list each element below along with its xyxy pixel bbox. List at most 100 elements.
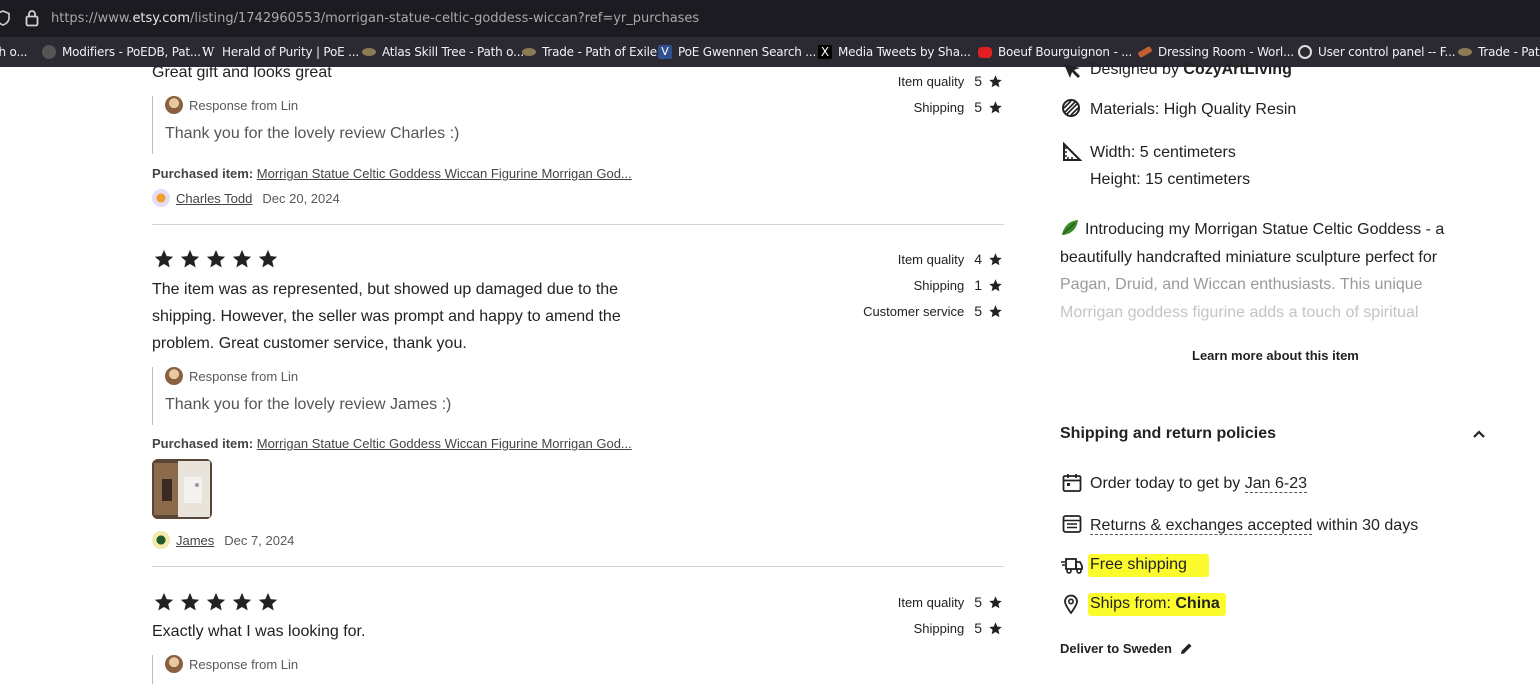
purchased-item: Purchased item: Morrigan Statue Celtic G… bbox=[152, 166, 632, 181]
review-text: Great gift and looks great bbox=[152, 64, 332, 81]
seller-avatar bbox=[165, 367, 183, 385]
star-icon bbox=[206, 592, 226, 611]
review-divider bbox=[152, 566, 1004, 567]
bookmark-item[interactable]: Trade - Path of Exile bbox=[522, 44, 657, 60]
bookmark-favicon-icon bbox=[1458, 48, 1472, 56]
bookmark-item[interactable]: th o... bbox=[0, 44, 28, 60]
star-icon bbox=[258, 592, 278, 611]
rating-row: Shipping 5 bbox=[898, 94, 1003, 120]
materials-icon bbox=[1062, 99, 1080, 117]
star-icon bbox=[154, 592, 174, 611]
ships-from: Ships from: China bbox=[1088, 593, 1226, 616]
learn-more-button[interactable]: Learn more about this item bbox=[1192, 348, 1359, 363]
bookmarks-bar: th o... Modifiers - PoEDB, Pat... WHeral… bbox=[0, 37, 1540, 67]
star-rating bbox=[152, 591, 280, 613]
review-photo[interactable] bbox=[152, 459, 212, 519]
bookmark-item[interactable]: Trade - Path bbox=[1458, 44, 1540, 60]
seller-response: Response from Lin Thank you for the love… bbox=[152, 367, 451, 425]
star-icon bbox=[180, 249, 200, 268]
bookmark-item[interactable]: W Herald of Purity | PoE ... bbox=[202, 44, 359, 60]
bookmark-favicon-icon: W bbox=[202, 45, 215, 59]
reviewer-name-link[interactable]: James bbox=[176, 533, 214, 548]
free-shipping: Free shipping bbox=[1088, 554, 1209, 577]
bookmark-item[interactable]: Modifiers - PoEDB, Pat... bbox=[42, 44, 201, 60]
reviewer: Charles Todd Dec 20, 2024 bbox=[152, 189, 340, 207]
bookmark-item[interactable]: Dressing Room - Worl... bbox=[1137, 44, 1294, 60]
deliver-to[interactable]: Deliver to Sweden bbox=[1060, 641, 1193, 656]
bookmark-item[interactable]: User control panel -- F... bbox=[1298, 44, 1456, 60]
ruler-icon bbox=[1063, 142, 1082, 161]
shield-icon[interactable] bbox=[0, 10, 10, 26]
star-icon bbox=[232, 592, 252, 611]
leaf-icon bbox=[1060, 219, 1080, 237]
designer-icon bbox=[1064, 64, 1080, 78]
item-description: Introducing my Morrigan Statue Celtic Go… bbox=[1060, 219, 1445, 321]
chevron-up-icon[interactable] bbox=[1472, 427, 1486, 441]
returns-link[interactable]: Returns & exchanges accepted bbox=[1090, 517, 1313, 535]
returns-policy: Returns & exchanges accepted within 30 d… bbox=[1090, 517, 1419, 535]
bookmark-item[interactable]: Atlas Skill Tree - Path o... bbox=[362, 44, 524, 60]
rating-row: Item quality 5 bbox=[898, 68, 1003, 94]
review-text: The item was as represented, but showed … bbox=[152, 281, 621, 352]
lock-icon[interactable] bbox=[25, 9, 39, 27]
star-icon bbox=[989, 100, 1002, 113]
browser-url-bar[interactable]: https://www.etsy.com/listing/1742960553/… bbox=[0, 0, 1540, 37]
youtube-icon bbox=[978, 46, 992, 58]
reviewer-name-link[interactable]: Charles Todd bbox=[176, 191, 252, 206]
rating-row: Customer service 5 bbox=[863, 298, 1003, 324]
pencil-icon[interactable] bbox=[1180, 642, 1193, 655]
bookmark-favicon-icon bbox=[522, 48, 536, 56]
bookmark-favicon-icon: V bbox=[658, 45, 672, 59]
star-icon bbox=[989, 74, 1002, 87]
star-icon bbox=[989, 621, 1002, 634]
star-icon bbox=[989, 252, 1002, 265]
designer-name[interactable]: CozyArtLiving bbox=[1183, 63, 1291, 78]
x-logo-icon: X bbox=[818, 45, 832, 59]
star-rating bbox=[152, 248, 280, 270]
truck-icon bbox=[1061, 558, 1083, 574]
rating-row: Item quality 5 bbox=[898, 589, 1003, 615]
reviewer-avatar[interactable] bbox=[152, 189, 170, 207]
url-text[interactable]: https://www.etsy.com/listing/1742960553/… bbox=[51, 11, 699, 26]
height-text: Height: 15 centimeters bbox=[1090, 171, 1251, 188]
star-icon bbox=[989, 304, 1002, 317]
width-text: Width: 5 centimeters bbox=[1090, 144, 1236, 161]
rating-row: Item quality 4 bbox=[863, 246, 1003, 272]
seller-response: Response from Lin Thank you for the love… bbox=[152, 96, 459, 154]
materials-text: Materials: High Quality Resin bbox=[1090, 101, 1297, 118]
review-ratings: Item quality 5 Shipping 5 bbox=[898, 589, 1003, 641]
bookmark-item[interactable]: Boeuf Bourguignon - ... bbox=[978, 44, 1132, 60]
star-icon bbox=[232, 249, 252, 268]
bookmark-favicon-icon bbox=[42, 45, 56, 59]
star-icon bbox=[180, 592, 200, 611]
star-icon bbox=[206, 249, 226, 268]
designed-by: Designed by CozyArtLiving bbox=[1090, 63, 1292, 78]
review-photo-image bbox=[152, 459, 212, 519]
reviewer: James Dec 7, 2024 bbox=[152, 531, 294, 549]
gear-icon bbox=[1298, 45, 1312, 59]
star-icon bbox=[154, 249, 174, 268]
bookmark-item[interactable]: X Media Tweets by Sha... bbox=[818, 44, 971, 60]
reviewer-avatar[interactable] bbox=[152, 531, 170, 549]
review-text: Exactly what I was looking for. bbox=[152, 623, 366, 640]
location-pin-icon bbox=[1064, 594, 1078, 614]
purchased-item: Purchased item: Morrigan Statue Celtic G… bbox=[152, 436, 632, 451]
delivery-estimate: Order today to get by Jan 6-23 bbox=[1090, 475, 1308, 493]
star-icon bbox=[989, 595, 1002, 608]
seller-avatar bbox=[165, 655, 183, 673]
rating-row: Shipping 1 bbox=[863, 272, 1003, 298]
review-ratings: Item quality 4 Shipping 1 Customer service… bbox=[863, 246, 1003, 324]
policies-heading[interactable]: Shipping and return policies bbox=[1060, 425, 1276, 443]
bookmark-item[interactable]: V PoE Gwennen Search ... bbox=[658, 44, 816, 60]
review-divider bbox=[152, 224, 1004, 225]
delivery-date[interactable]: Jan 6-23 bbox=[1244, 475, 1308, 493]
review-ratings: Item quality 5 Shipping 5 bbox=[898, 68, 1003, 120]
bookmark-favicon-icon bbox=[362, 48, 376, 56]
purchased-item-link[interactable]: Morrigan Statue Celtic Goddess Wiccan Fi… bbox=[257, 436, 632, 451]
calendar-icon bbox=[1062, 474, 1082, 492]
star-icon bbox=[989, 278, 1002, 291]
rating-row: Shipping 5 bbox=[898, 615, 1003, 641]
returns-icon bbox=[1062, 515, 1082, 533]
purchased-item-link[interactable]: Morrigan Statue Celtic Goddess Wiccan Fi… bbox=[257, 166, 632, 181]
seller-response: Response from Lin bbox=[152, 655, 298, 684]
